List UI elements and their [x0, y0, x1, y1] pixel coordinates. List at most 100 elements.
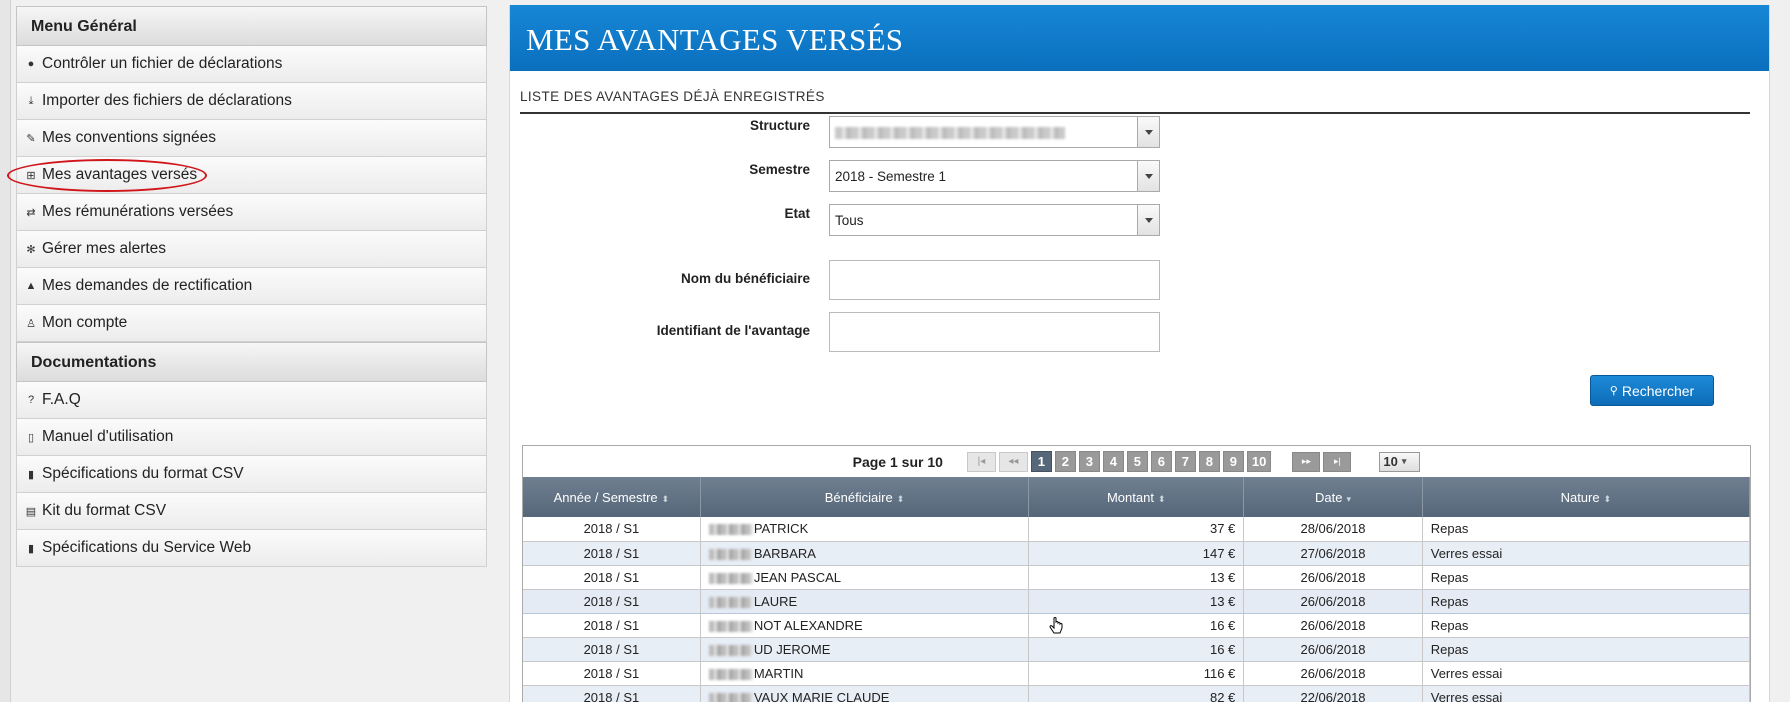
- column-header[interactable]: Montant ⬍: [1028, 477, 1245, 517]
- semestre-value: 2018 - Semestre 1: [835, 169, 947, 184]
- cell-date: 26/06/2018: [1243, 565, 1423, 590]
- column-header[interactable]: Bénéficiaire ⬍: [700, 477, 1030, 517]
- column-header-label: Bénéficiaire: [824, 489, 893, 505]
- table-row[interactable]: 2018 / S1 NOT ALEXANDRE 16 €26/06/2018 Repa…: [523, 613, 1750, 638]
- beneficiaire-text: JEAN PASCAL: [753, 569, 842, 585]
- rows-per-page-value: 10: [1383, 454, 1398, 469]
- menu-item-download[interactable]: ⤓ Importer des fichiers de déclarations: [16, 83, 487, 120]
- menu-item-check-circle[interactable]: ● Contrôler un fichier de déclarations: [16, 46, 487, 83]
- question-icon: ?: [27, 394, 35, 406]
- etat-label: Etat: [784, 206, 810, 221]
- table-row[interactable]: 2018 / S1 UD JEROME 16 €26/06/2018 Repas: [523, 637, 1750, 662]
- page-number-button[interactable]: 3: [1078, 451, 1100, 472]
- document-icon: ▯: [27, 431, 35, 444]
- table-row[interactable]: 2018 / S1 PATRICK 37 €28/06/2018 Repas: [523, 517, 1750, 542]
- menu-item-label: F.A.Q: [42, 391, 81, 408]
- chevron-down-icon[interactable]: [1137, 161, 1159, 191]
- cell-semestre: 2018 / S1: [523, 637, 701, 662]
- table-row[interactable]: 2018 / S1 MARTIN 116 €26/06/2018 Verres ess…: [523, 661, 1750, 686]
- menu-item-cart[interactable]: ⊞ Mes avantages versés: [7, 157, 487, 194]
- cell-nature: Repas: [1422, 565, 1750, 590]
- etat-select[interactable]: Tous: [829, 204, 1160, 236]
- nom-beneficiaire-input[interactable]: [829, 260, 1160, 300]
- cell-semestre: 2018 / S1: [523, 661, 701, 686]
- section-title: LISTE DES AVANTAGES DÉJÀ ENREGISTRÉS: [520, 89, 1750, 114]
- redacted-name: [708, 572, 753, 584]
- chevron-down-icon[interactable]: [1137, 117, 1159, 147]
- highlight-ellipse: [7, 159, 207, 192]
- menu-item-list[interactable]: ▮ Spécifications du Service Web: [16, 530, 487, 567]
- cell-nature: Repas: [1422, 637, 1750, 662]
- cell-beneficiaire: JEAN PASCAL: [700, 565, 1030, 590]
- menu-item-list[interactable]: ▮ Spécifications du format CSV: [16, 456, 487, 493]
- column-header[interactable]: Nature ⬍: [1422, 477, 1750, 517]
- menu-item-user[interactable]: ♙ Mon compte: [16, 305, 487, 342]
- chevron-down-icon: ▾: [1401, 456, 1407, 466]
- page-number-button[interactable]: 8: [1198, 451, 1220, 472]
- cell-semestre: 2018 / S1: [523, 685, 701, 702]
- list-icon: ▮: [27, 468, 35, 481]
- cell-beneficiaire: LAURE: [700, 588, 1030, 614]
- cell-semestre: 2018 / S1: [523, 588, 701, 614]
- table-row[interactable]: 2018 / S1 VAUX MARIE CLAUDE 82 €22/06/2018…: [523, 685, 1750, 702]
- list-icon: ▮: [27, 542, 35, 555]
- search-button-label: Rechercher: [1621, 382, 1695, 399]
- cell-montant: 82 €: [1028, 685, 1245, 702]
- cell-beneficiaire: PATRICK: [700, 517, 1030, 542]
- menu-item-gear[interactable]: ✻ Gérer mes alertes: [16, 231, 487, 268]
- cell-date: 26/06/2018: [1243, 588, 1423, 614]
- page-number-button[interactable]: 1: [1030, 451, 1052, 472]
- next-page-icon[interactable]: ▸▸: [1292, 451, 1321, 472]
- table-row[interactable]: 2018 / S1 LAURE 13 €26/06/2018 Repas: [523, 588, 1750, 614]
- column-header-label: Montant: [1106, 489, 1154, 505]
- rows-per-page-select[interactable]: 10 ▾: [1379, 451, 1421, 472]
- menu-item-transfer[interactable]: ⇄ Mes rémunérations versées: [16, 194, 487, 231]
- structure-label: Structure: [749, 118, 810, 133]
- redacted-name: [708, 692, 753, 702]
- cell-date: 26/06/2018: [1243, 661, 1423, 686]
- column-header[interactable]: Année / Semestre ⬍: [523, 477, 701, 517]
- last-page-icon[interactable]: ▸|: [1323, 451, 1352, 472]
- cell-beneficiaire: VAUX MARIE CLAUDE: [700, 685, 1030, 702]
- redacted-name: [708, 644, 753, 656]
- search-icon: ⚲: [1609, 385, 1618, 397]
- menu-item-question[interactable]: ? F.A.Q: [16, 382, 487, 419]
- page-number-button[interactable]: 4: [1102, 451, 1124, 472]
- table-row[interactable]: 2018 / S1 JEAN PASCAL 13 €26/06/2018 Repas: [523, 565, 1750, 590]
- page-number-button[interactable]: 7: [1174, 451, 1196, 472]
- column-header[interactable]: Date ▾: [1243, 477, 1423, 517]
- etat-value: Tous: [835, 213, 864, 228]
- menu-item-warning[interactable]: ▲ Mes demandes de rectification: [16, 268, 487, 305]
- identifiant-avantage-input[interactable]: [829, 312, 1160, 352]
- user-icon: ♙: [26, 317, 36, 330]
- page-title: MES AVANTAGES VERSÉS: [510, 5, 1769, 71]
- chevron-down-icon[interactable]: [1137, 205, 1159, 235]
- page-number-button[interactable]: 9: [1222, 451, 1244, 472]
- page-number-button[interactable]: 6: [1150, 451, 1172, 472]
- table-row[interactable]: 2018 / S1 BARBARA 147 €27/06/2018 Verres es…: [523, 541, 1750, 566]
- menu-item-pen[interactable]: ✎ Mes conventions signées: [16, 120, 487, 157]
- page-number-button[interactable]: 10: [1246, 451, 1272, 472]
- semestre-select[interactable]: 2018 - Semestre 1: [829, 160, 1160, 192]
- cell-montant: 116 €: [1028, 661, 1245, 686]
- identifiant-label: Identifiant de l'avantage: [656, 323, 810, 338]
- documentations-header: Documentations: [16, 342, 487, 382]
- cell-date: 27/06/2018: [1243, 541, 1423, 566]
- search-button[interactable]: ⚲ Rechercher: [1590, 375, 1714, 406]
- page-number-button[interactable]: 2: [1054, 451, 1076, 472]
- structure-select[interactable]: [829, 116, 1160, 148]
- cell-beneficiaire: NOT ALEXANDRE: [700, 613, 1030, 638]
- menu-item-label: Spécifications du format CSV: [42, 465, 244, 482]
- column-header-label: Date: [1315, 489, 1343, 505]
- main-panel: MES AVANTAGES VERSÉS LISTE DES AVANTAGES…: [509, 5, 1770, 702]
- cell-montant: 13 €: [1028, 565, 1245, 590]
- warning-icon: ▲: [25, 280, 37, 292]
- pen-icon: ✎: [26, 132, 36, 145]
- menu-general-header: Menu Général: [16, 6, 487, 46]
- page-number-button[interactable]: 5: [1126, 451, 1148, 472]
- menu-item-archive[interactable]: ▤ Kit du format CSV: [16, 493, 487, 530]
- cell-beneficiaire: MARTIN: [700, 661, 1030, 686]
- beneficiaire-text: VAUX MARIE CLAUDE: [753, 689, 890, 702]
- menu-item-document[interactable]: ▯ Manuel d'utilisation: [16, 419, 487, 456]
- cell-date: 22/06/2018: [1243, 685, 1423, 702]
